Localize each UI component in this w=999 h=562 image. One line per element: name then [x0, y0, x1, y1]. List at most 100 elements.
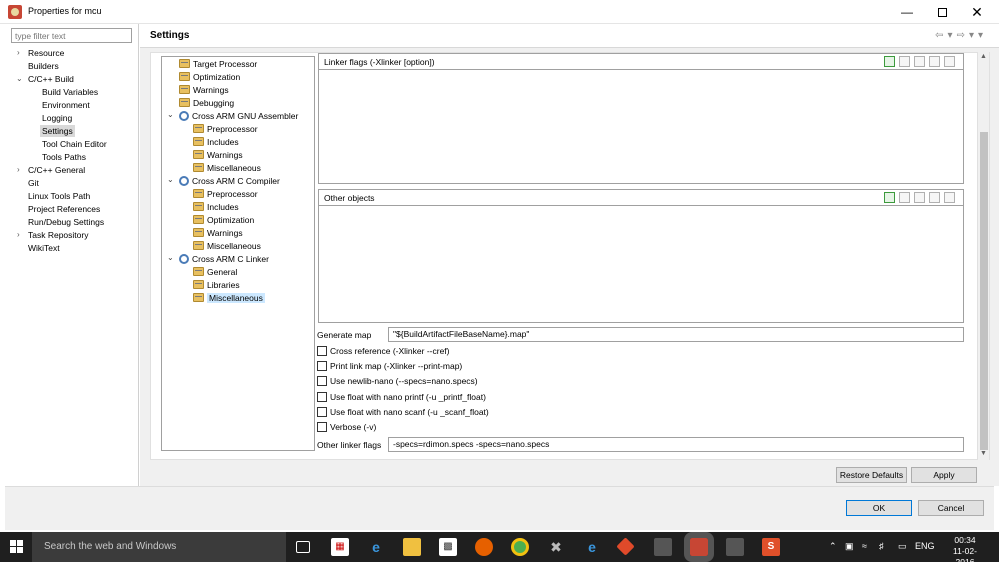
language-indicator[interactable]: ENG: [915, 541, 935, 551]
eclipse-active-icon[interactable]: [684, 532, 714, 562]
tree-item-ld-misc[interactable]: Miscellaneous: [193, 292, 265, 304]
nav-item-build-variables[interactable]: Build Variables: [42, 86, 98, 98]
edit-icon[interactable]: [914, 192, 925, 204]
tree-item-cc-warnings[interactable]: Warnings: [193, 227, 243, 239]
move-down-icon[interactable]: [944, 56, 955, 68]
chevron-down-icon[interactable]: ⌄: [167, 253, 174, 262]
edit-icon[interactable]: [914, 56, 925, 68]
tree-item-cc-includes[interactable]: Includes: [193, 201, 239, 213]
tree-item-target-processor[interactable]: Target Processor: [179, 58, 257, 70]
tree-item-asm-includes[interactable]: Includes: [193, 136, 239, 148]
filter-input[interactable]: [11, 28, 132, 43]
windows-start-icon[interactable]: [10, 540, 24, 554]
task-view-icon[interactable]: [296, 541, 310, 553]
tree-item-asm-misc[interactable]: Miscellaneous: [193, 162, 261, 174]
nav-item-environment[interactable]: Environment: [42, 99, 90, 111]
tools-icon[interactable]: ✖: [547, 538, 565, 556]
nav-item-settings[interactable]: Settings: [40, 125, 75, 137]
tree-item-ld-general[interactable]: General: [193, 266, 237, 278]
cancel-button[interactable]: Cancel: [918, 500, 984, 516]
edge-browser-icon[interactable]: e: [367, 538, 385, 556]
nano-scanf-float-checkbox[interactable]: Use float with nano scanf (-u _scanf_flo…: [317, 406, 489, 418]
other-objects-list[interactable]: Other objects: [318, 189, 964, 323]
git-icon[interactable]: [616, 537, 635, 556]
network-icon[interactable]: ≈: [862, 541, 867, 551]
checkbox-icon[interactable]: [317, 376, 327, 386]
tree-item-assembler[interactable]: Cross ARM GNU Assembler: [179, 110, 298, 122]
chevron-down-icon[interactable]: ⌄: [167, 175, 174, 184]
other-linker-flags-field[interactable]: -specs=rdimon.specs -specs=nano.specs: [388, 437, 964, 452]
tree-item-warnings[interactable]: Warnings: [179, 84, 229, 96]
internet-explorer-icon[interactable]: e: [583, 538, 601, 556]
nav-item-tool-chain-editor[interactable]: Tool Chain Editor: [42, 138, 107, 150]
taskbar-search-box[interactable]: Search the web and Windows: [32, 532, 286, 562]
chevron-down-icon[interactable]: ⌄: [167, 110, 174, 119]
cross-reference-checkbox[interactable]: Cross reference (-Xlinker --cref): [317, 345, 450, 357]
app-icon-2[interactable]: [726, 538, 744, 556]
checkbox-icon[interactable]: [317, 346, 327, 356]
delete-icon[interactable]: [899, 56, 910, 68]
volume-icon[interactable]: ♯: [879, 541, 884, 551]
ok-button[interactable]: OK: [846, 500, 912, 516]
tree-item-asm-preprocessor[interactable]: Preprocessor: [193, 123, 258, 135]
checkbox-icon[interactable]: [317, 422, 327, 432]
move-up-icon[interactable]: [929, 192, 940, 204]
nav-item-linux-tools-path[interactable]: Linux Tools Path: [28, 190, 90, 202]
app-icon-1[interactable]: [654, 538, 672, 556]
tree-item-ld-libraries[interactable]: Libraries: [193, 279, 240, 291]
verbose-checkbox[interactable]: Verbose (-v): [317, 421, 376, 433]
tree-item-debugging[interactable]: Debugging: [179, 97, 234, 109]
tree-item-c-linker[interactable]: Cross ARM C Linker: [179, 253, 269, 265]
firefox-icon[interactable]: [475, 538, 493, 556]
scrollbar-thumb[interactable]: [980, 132, 988, 450]
nav-item-builders[interactable]: Builders: [28, 60, 59, 72]
tree-item-asm-warnings[interactable]: Warnings: [193, 149, 243, 161]
close-button[interactable]: ✕: [960, 0, 994, 24]
add-icon[interactable]: [884, 56, 895, 68]
store-icon[interactable]: ▩: [439, 538, 457, 556]
tree-item-cc-preprocessor[interactable]: Preprocessor: [193, 188, 258, 200]
chrome-icon[interactable]: [511, 538, 529, 556]
nav-item-project-references[interactable]: Project References: [28, 203, 100, 215]
restore-defaults-button[interactable]: Restore Defaults: [836, 467, 907, 483]
file-explorer-icon[interactable]: [403, 538, 421, 556]
generate-map-field[interactable]: "${BuildArtifactFileBaseName}.map": [388, 327, 964, 342]
chevron-down-icon[interactable]: ⌄: [16, 74, 23, 83]
chevron-right-icon[interactable]: ›: [17, 48, 20, 57]
nav-item-tools-paths[interactable]: Tools Paths: [42, 151, 86, 163]
calculator-icon[interactable]: ▦: [331, 538, 349, 556]
move-up-icon[interactable]: [929, 56, 940, 68]
app-icon-3[interactable]: S: [762, 538, 780, 556]
nano-printf-float-checkbox[interactable]: Use float with nano printf (-u _printf_f…: [317, 391, 486, 403]
chevron-right-icon[interactable]: ›: [17, 230, 20, 239]
vertical-scrollbar[interactable]: ▲ ▼: [977, 52, 989, 460]
notification-icon[interactable]: ▭: [898, 541, 907, 552]
tree-item-cc-misc[interactable]: Miscellaneous: [193, 240, 261, 252]
checkbox-icon[interactable]: [317, 361, 327, 371]
scroll-up-icon[interactable]: ▲: [980, 53, 987, 60]
print-link-map-checkbox[interactable]: Print link map (-Xlinker --print-map): [317, 360, 462, 372]
checkbox-icon[interactable]: [317, 392, 327, 402]
nav-item-cpp-general[interactable]: C/C++ General: [28, 164, 85, 176]
nav-item-task-repository[interactable]: Task Repository: [28, 229, 88, 241]
chevron-right-icon[interactable]: ›: [17, 165, 20, 174]
maximize-button[interactable]: [925, 0, 959, 24]
nav-item-resource[interactable]: Resource: [28, 47, 64, 59]
tree-item-cc-optimization[interactable]: Optimization: [193, 214, 254, 226]
apply-button[interactable]: Apply: [911, 467, 977, 483]
taskbar-clock[interactable]: 00:34 11-02-2016: [945, 535, 985, 562]
tray-chevron-icon[interactable]: ⌃: [829, 541, 837, 552]
tree-item-optimization[interactable]: Optimization: [179, 71, 240, 83]
newlib-nano-checkbox[interactable]: Use newlib-nano (--specs=nano.specs): [317, 375, 478, 387]
add-icon[interactable]: [884, 192, 895, 204]
nav-item-cpp-build[interactable]: C/C++ Build: [28, 73, 74, 85]
history-nav[interactable]: ⇦▾⇨▾▾: [935, 30, 987, 41]
checkbox-icon[interactable]: [317, 407, 327, 417]
minimize-button[interactable]: —: [890, 0, 924, 24]
linker-flags-list[interactable]: Linker flags (-Xlinker [option]): [318, 53, 964, 184]
nav-item-git[interactable]: Git: [28, 177, 39, 189]
nav-item-logging[interactable]: Logging: [42, 112, 72, 124]
nav-item-run-debug-settings[interactable]: Run/Debug Settings: [28, 216, 104, 228]
tree-item-c-compiler[interactable]: Cross ARM C Compiler: [179, 175, 280, 187]
tray-app-icon[interactable]: ▣: [845, 541, 854, 552]
